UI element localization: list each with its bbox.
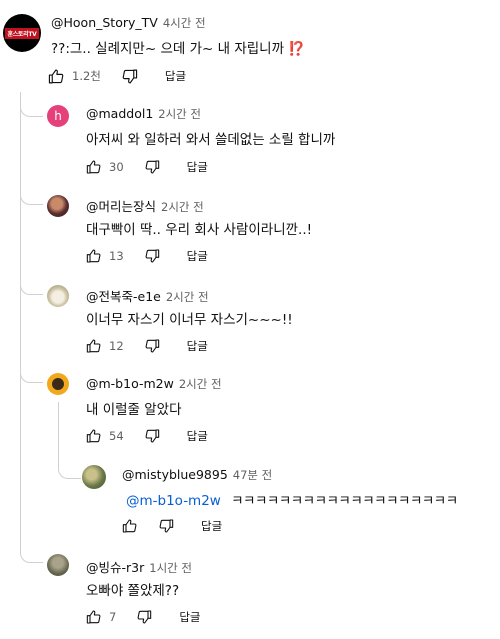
like-count: 54 xyxy=(109,429,124,443)
like-button[interactable] xyxy=(122,518,138,534)
avatar[interactable]: 훈스토리TV xyxy=(3,14,41,52)
comment-time[interactable]: 1시간 전 xyxy=(149,561,192,575)
thread-connector xyxy=(20,92,43,117)
thumbs-up-icon xyxy=(86,610,101,624)
thread-line-sub xyxy=(58,402,59,458)
reply-button[interactable]: 답글 xyxy=(187,159,208,175)
like-button[interactable]: 30 xyxy=(86,159,124,175)
dislike-button[interactable] xyxy=(121,68,138,85)
comment-text: 아저씨 와 일하러 와서 쓸데없는 소릴 합니까 xyxy=(86,132,336,148)
comment-author[interactable]: @maddol1 xyxy=(86,106,153,121)
thumbs-down-icon xyxy=(145,249,159,263)
avatar[interactable] xyxy=(47,373,69,395)
channel-logo: 훈스토리TV xyxy=(5,27,39,39)
comment-time[interactable]: 2시간 전 xyxy=(179,377,222,391)
dislike-button[interactable] xyxy=(136,609,152,625)
comment-text: 내 이럴줄 알았다 xyxy=(86,402,182,418)
reply-button[interactable]: 답글 xyxy=(187,428,208,444)
thread-connector xyxy=(20,180,43,205)
thumbs-down-icon xyxy=(159,519,174,533)
thumbs-down-icon xyxy=(137,610,152,624)
thumbs-up-icon xyxy=(86,249,101,263)
reply-button[interactable]: 답글 xyxy=(201,518,222,534)
comment-time[interactable]: 2시간 전 xyxy=(166,290,209,304)
thumbs-up-icon xyxy=(48,69,64,83)
thumbs-up-icon xyxy=(86,160,101,174)
thumbs-down-icon xyxy=(145,429,159,443)
dislike-button[interactable] xyxy=(144,428,160,444)
comment-author[interactable]: @전복죽-e1e xyxy=(86,289,161,304)
thread-connector xyxy=(20,532,43,563)
avatar-letter: h xyxy=(54,109,62,123)
reply-button[interactable]: 답글 xyxy=(187,248,208,264)
comment-author[interactable]: @mistyblue9895 xyxy=(122,467,228,482)
comment-time[interactable]: 4시간 전 xyxy=(163,16,206,30)
avatar[interactable] xyxy=(47,195,69,217)
avatar[interactable] xyxy=(47,285,69,307)
like-button[interactable]: 7 xyxy=(86,609,116,625)
like-count: 30 xyxy=(109,160,124,174)
comment-author[interactable]: @Hoon_Story_TV xyxy=(51,15,158,30)
reply-button[interactable]: 답글 xyxy=(165,68,186,84)
like-count: 12 xyxy=(109,339,124,353)
comment-text: 대구빡이 딱.. 우리 회사 사람이라니깐..! xyxy=(86,222,313,238)
comment-text: ??:그.. 실례지만~ 으데 가~ 내 자립니까 xyxy=(51,41,285,57)
comment-text: 오빠야 쫄았제?? xyxy=(86,583,180,599)
thumbs-up-icon xyxy=(86,339,101,353)
like-button[interactable]: 12 xyxy=(86,338,124,354)
avatar[interactable] xyxy=(47,554,69,576)
comment-text: 이너무 자스기 이너무 자스기~~~!! xyxy=(86,312,293,328)
avatar[interactable] xyxy=(82,465,106,489)
avatar[interactable]: h xyxy=(47,105,69,127)
like-button[interactable]: 54 xyxy=(86,428,124,444)
like-count: 13 xyxy=(109,249,124,263)
like-button[interactable]: 13 xyxy=(86,248,124,264)
thread-line-main xyxy=(20,92,21,551)
like-button[interactable]: 1.2천 xyxy=(48,68,101,85)
dislike-button[interactable] xyxy=(144,159,160,175)
thread-connector xyxy=(20,356,43,383)
thumbs-up-icon xyxy=(122,519,137,533)
comment-author[interactable]: @머리는장식 xyxy=(86,199,156,214)
thumbs-down-icon xyxy=(145,160,159,174)
like-count: 7 xyxy=(109,610,117,624)
reply-button[interactable]: 답글 xyxy=(187,338,208,354)
comment-author[interactable]: @빙슈-r3r xyxy=(86,560,144,575)
like-count: 1.2천 xyxy=(72,69,101,83)
comment-time[interactable]: 2시간 전 xyxy=(158,107,201,121)
avatar-face-icon xyxy=(52,378,64,390)
comment-time[interactable]: 2시간 전 xyxy=(161,200,204,214)
emoji: ⁉️ xyxy=(288,41,306,57)
thumbs-down-icon xyxy=(145,339,159,353)
dislike-button[interactable] xyxy=(144,338,160,354)
thumbs-down-icon xyxy=(122,69,138,83)
dislike-button[interactable] xyxy=(158,518,174,534)
reply-button[interactable]: 답글 xyxy=(179,609,200,625)
thread-connector xyxy=(20,270,43,295)
comment-text: ㅋㅋㅋㅋㅋㅋㅋㅋㅋㅋㅋㅋㅋㅋㅋㅋㅋㅋㅋ xyxy=(231,493,458,509)
mention-link[interactable]: @m-b1o-m2w xyxy=(126,493,221,509)
thread-connector xyxy=(58,452,81,479)
dislike-button[interactable] xyxy=(144,248,160,264)
thumbs-up-icon xyxy=(86,429,101,443)
comment-author[interactable]: @m-b1o-m2w xyxy=(86,376,174,391)
comment-time[interactable]: 47분 전 xyxy=(233,468,272,482)
